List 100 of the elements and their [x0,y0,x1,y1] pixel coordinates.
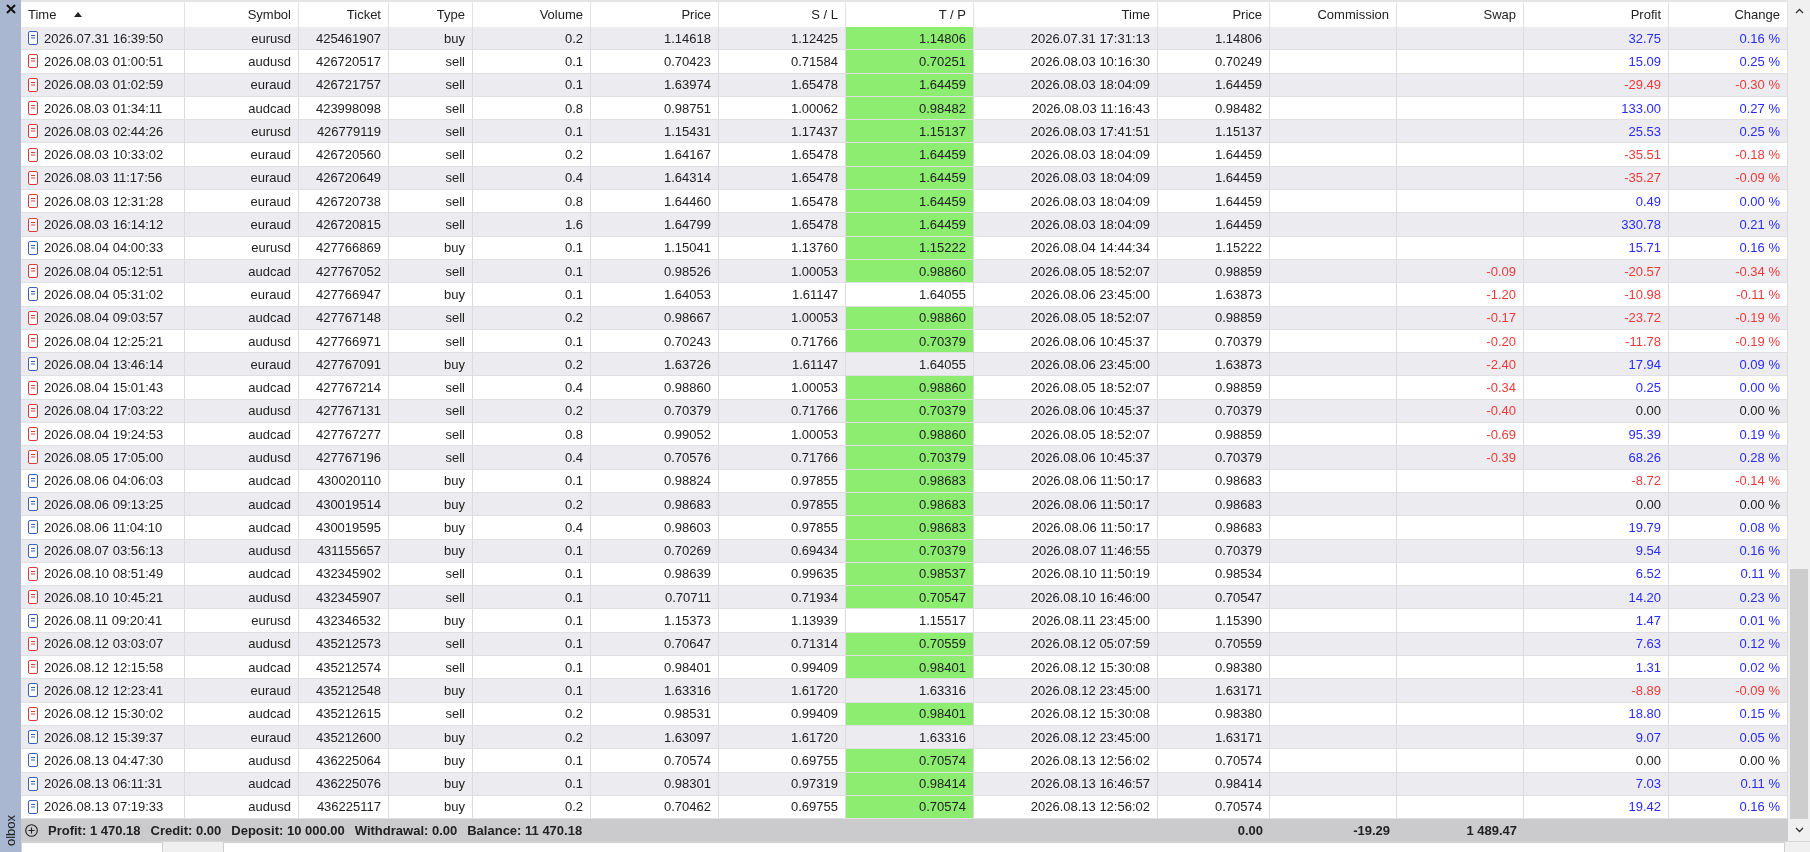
table-cell: 1.64459 [846,143,974,167]
open-time: 2026.08.04 04:00:33 [44,240,164,256]
table-cell: 2026.08.05 18:52:07 [974,376,1158,400]
order-icon [28,776,38,791]
order-icon [28,497,38,512]
table-cell: 1.15373 [591,609,719,633]
table-cell: 0.4 [473,446,591,470]
table-cell: 0.70379 [1158,539,1270,563]
table-cell: 1.15137 [846,120,974,144]
order-icon [28,543,38,558]
table-cell: 2026.08.05 18:52:07 [974,306,1158,330]
table-cell: 0.4 [473,516,591,540]
table-cell: 2026.08.03 18:04:09 [974,143,1158,167]
order-icon [28,380,38,395]
table-cell: 0.98860 [846,306,974,330]
table-cell: 1.63316 [846,679,974,703]
table-cell: sell [389,73,473,97]
table-cell: 0.98603 [591,516,719,540]
order-icon [28,450,38,465]
scrollbar[interactable] [1788,0,1810,842]
scroll-up-icon[interactable] [1794,8,1804,14]
table-cell: 427767214 [299,376,389,400]
table-cell: 0.1 [473,469,591,493]
table-cell: 0.98683 [1158,516,1270,540]
open-time: 2026.08.06 04:06:03 [44,473,164,489]
order-icon [28,194,38,209]
table-cell: 0.2 [473,702,591,726]
open-time: 2026.08.10 08:51:49 [44,566,164,582]
table-cell: 7.03 [1524,772,1669,796]
table-cell: 435212615 [299,702,389,726]
table-cell: 0.98683 [846,516,974,540]
table-cell: 427766947 [299,283,389,307]
table-cell: euraud [185,213,299,237]
order-icon [28,101,38,116]
table-cell: 2026.08.03 10:16:30 [974,50,1158,74]
table-cell: -10.98 [1524,283,1669,307]
order-icon [28,706,38,721]
order-icon [28,77,38,92]
table-cell: 330.78 [1524,213,1669,237]
table-cell: 19.79 [1524,516,1669,540]
expand-icon[interactable] [25,823,38,837]
table-cell: sell [389,213,473,237]
table-cell: sell [389,446,473,470]
table-cell: 0.1 [473,772,591,796]
open-time: 2026.08.12 12:15:58 [44,659,164,675]
summary-item: Withdrawal: 0.00 [354,822,458,838]
table-cell: 0.70379 [846,539,974,563]
table-cell: 426720517 [299,50,389,74]
table-cell: 2026.08.12 15:30:08 [974,702,1158,726]
table-cell: 436225064 [299,749,389,773]
open-time: 2026.08.03 16:14:12 [44,217,164,232]
order-icon [28,520,38,535]
open-time: 2026.08.12 03:03:07 [44,636,164,652]
table-cell: 0.98683 [846,492,974,517]
open-time: 2026.07.31 16:39:50 [44,30,164,46]
table-cell: 427767196 [299,446,389,470]
table-cell: 2026.08.03 18:04:09 [974,73,1158,97]
toolbox-label[interactable]: olbox [3,814,18,846]
table-cell: 1.15041 [591,236,719,260]
table-cell: 432346532 [299,609,389,633]
table-cell: buy [389,679,473,703]
table-cell: 9.54 [1524,539,1669,563]
table-cell: 0.1 [473,283,591,307]
close-icon[interactable] [5,4,16,14]
summary-item: Profit: 1 470.18 [48,822,141,838]
open-time: 2026.08.03 02:44:26 [44,123,164,139]
table-cell: 0.70547 [846,586,974,610]
table-cell: 1.64167 [591,143,719,167]
order-icon [28,357,38,372]
table-cell: 1.63974 [591,73,719,97]
table-cell: 0.1 [473,73,591,97]
table-cell: -35.51 [1524,143,1669,167]
order-icon [28,31,38,46]
table-cell: 1.64459 [846,213,974,237]
table-cell: 2026.08.06 10:45:37 [974,446,1158,470]
open-time: 2026.08.03 12:31:28 [44,193,164,209]
open-time: 2026.08.03 01:00:51 [44,53,164,69]
order-icon [28,566,38,581]
scrollbar-thumb[interactable] [1790,569,1808,820]
open-time: 2026.08.03 11:17:56 [44,170,163,186]
table-cell: 1.64459 [846,166,974,191]
table-cell: -1.20 [1397,283,1524,307]
table-cell: buy [389,283,473,307]
table-cell: euraud [185,73,299,97]
table-cell: 1.64459 [1158,213,1270,237]
table-cell: 15.71 [1524,236,1669,260]
table-cell: 1.64799 [591,213,719,237]
table-cell: audcad [185,702,299,726]
table-cell: -0.17 [1397,306,1524,330]
table-cell: buy [389,749,473,773]
order-icon [28,799,38,814]
order-icon [28,54,38,69]
table-cell: 2026.08.04 14:44:34 [974,236,1158,260]
table-cell: 18.80 [1524,702,1669,726]
order-icon [28,310,38,325]
open-time: 2026.08.04 05:12:51 [44,263,164,279]
table-cell: 431155657 [299,539,389,563]
scroll-down-icon[interactable] [1794,827,1804,834]
table-cell: 1.6 [473,213,591,237]
table-cell: buy [389,469,473,493]
